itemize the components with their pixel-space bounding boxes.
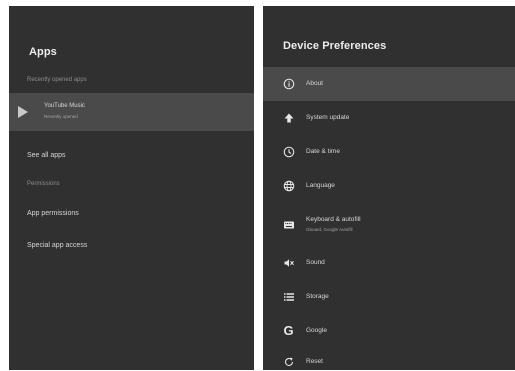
pref-item-language[interactable]: Language [263,169,515,203]
keyboard-icon [282,218,295,231]
pref-label: System update [306,114,350,121]
pref-item-reset[interactable]: Reset [263,346,515,370]
storage-icon [282,290,295,303]
pref-sublabel: Gboard, Google Autofill [306,227,353,232]
pref-item-storage[interactable]: Storage [263,280,515,314]
pref-item-system-update[interactable]: System update [263,101,515,135]
pref-label: Google [306,327,327,334]
pref-label: Date & time [306,148,340,155]
pref-item-about[interactable]: About [263,67,515,101]
reset-icon [282,355,295,368]
pref-label: Storage [306,293,329,300]
play-icon [18,106,28,118]
google-icon: G [283,323,294,338]
recent-app-name: YouTube Music [44,103,85,109]
app-permissions-button[interactable]: App permissions [27,210,79,217]
pref-label: About [306,80,323,87]
device-preferences-panel: Device Preferences About System update D… [263,6,515,370]
pref-item-date-time[interactable]: Date & time [263,135,515,169]
apps-panel: Apps Recently opened apps YouTube Music … [9,6,254,370]
pref-label: Language [306,182,335,189]
recently-opened-section-label: Recently opened apps [27,77,87,83]
language-icon [282,179,295,192]
pref-item-google[interactable]: G Google [263,314,515,348]
clock-icon [282,145,295,158]
system-update-icon [282,111,295,124]
pref-label: Sound [306,259,325,266]
recent-app-item[interactable]: YouTube Music Recently opened [9,93,254,131]
pref-item-sound[interactable]: Sound [263,246,515,280]
info-icon [282,77,295,90]
page-title: Apps [29,46,57,58]
special-app-access-button[interactable]: Special app access [27,242,87,249]
recent-app-subtitle: Recently opened [44,114,78,119]
pref-item-keyboard[interactable]: Keyboard & autofill Gboard, Google Autof… [263,205,515,245]
see-all-apps-button[interactable]: See all apps [27,152,66,159]
permissions-section-label: Permissions [27,181,60,187]
pref-label: Keyboard & autofill [306,216,361,223]
page-title: Device Preferences [283,40,387,52]
pref-label: Reset [306,358,323,365]
sound-icon [282,256,295,269]
